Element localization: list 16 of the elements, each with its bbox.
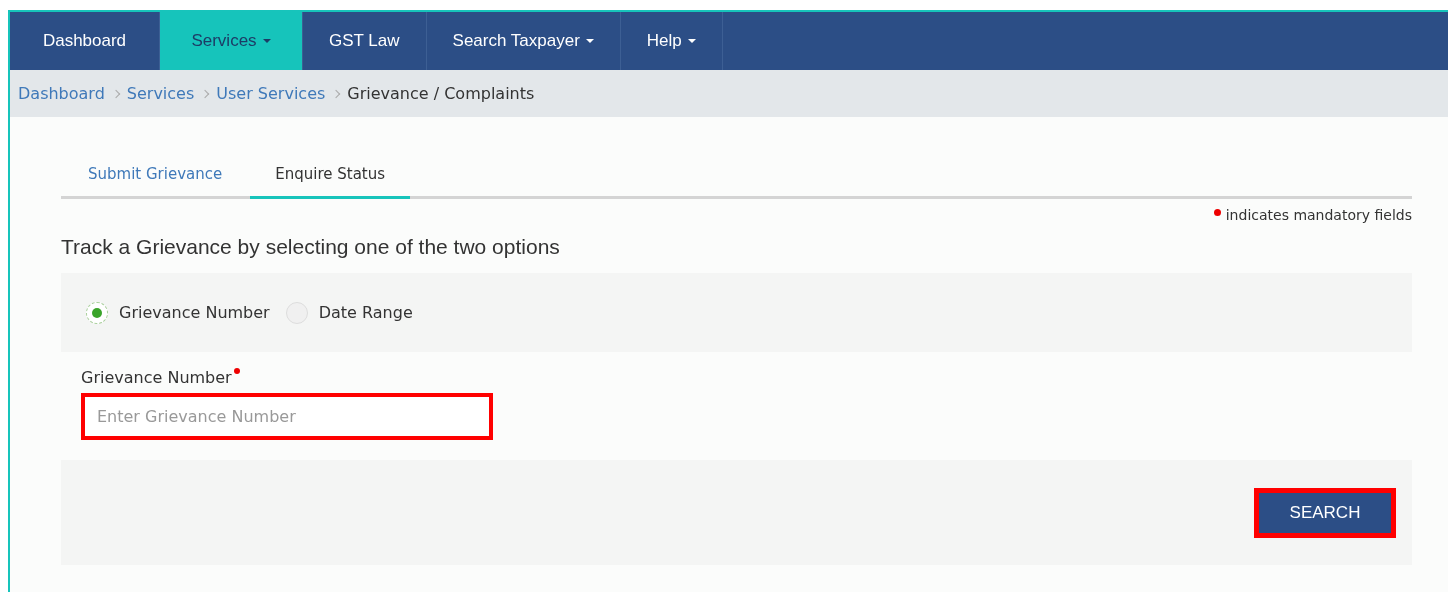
radio-label: Date Range (318, 303, 413, 322)
tab[interactable]: Submit Grievance (61, 151, 251, 199)
search-button[interactable]: SEARCH (1254, 487, 1396, 538)
tab[interactable]: Enquire Status (250, 151, 411, 199)
breadcrumb-current: Grievance / Complaints (347, 84, 535, 103)
required-dot (1213, 209, 1221, 216)
radio-label: Grievance Number (119, 303, 270, 322)
field-label: Grievance Number (81, 368, 232, 387)
input-field[interactable]: Enter Grievance Number (81, 393, 493, 440)
breadcrumb-link[interactable]: User Services (216, 84, 326, 103)
section-heading: Track a Grievance by selecting one of the two options (61, 234, 561, 260)
breadcrumb-link[interactable]: Services (126, 84, 195, 103)
mandatory-note: indicates mandatory fields (1225, 207, 1412, 223)
nav-item[interactable]: Services (160, 12, 303, 70)
radio-button[interactable] (86, 301, 108, 324)
breadcrumb-link[interactable]: Dashboard (18, 84, 105, 103)
